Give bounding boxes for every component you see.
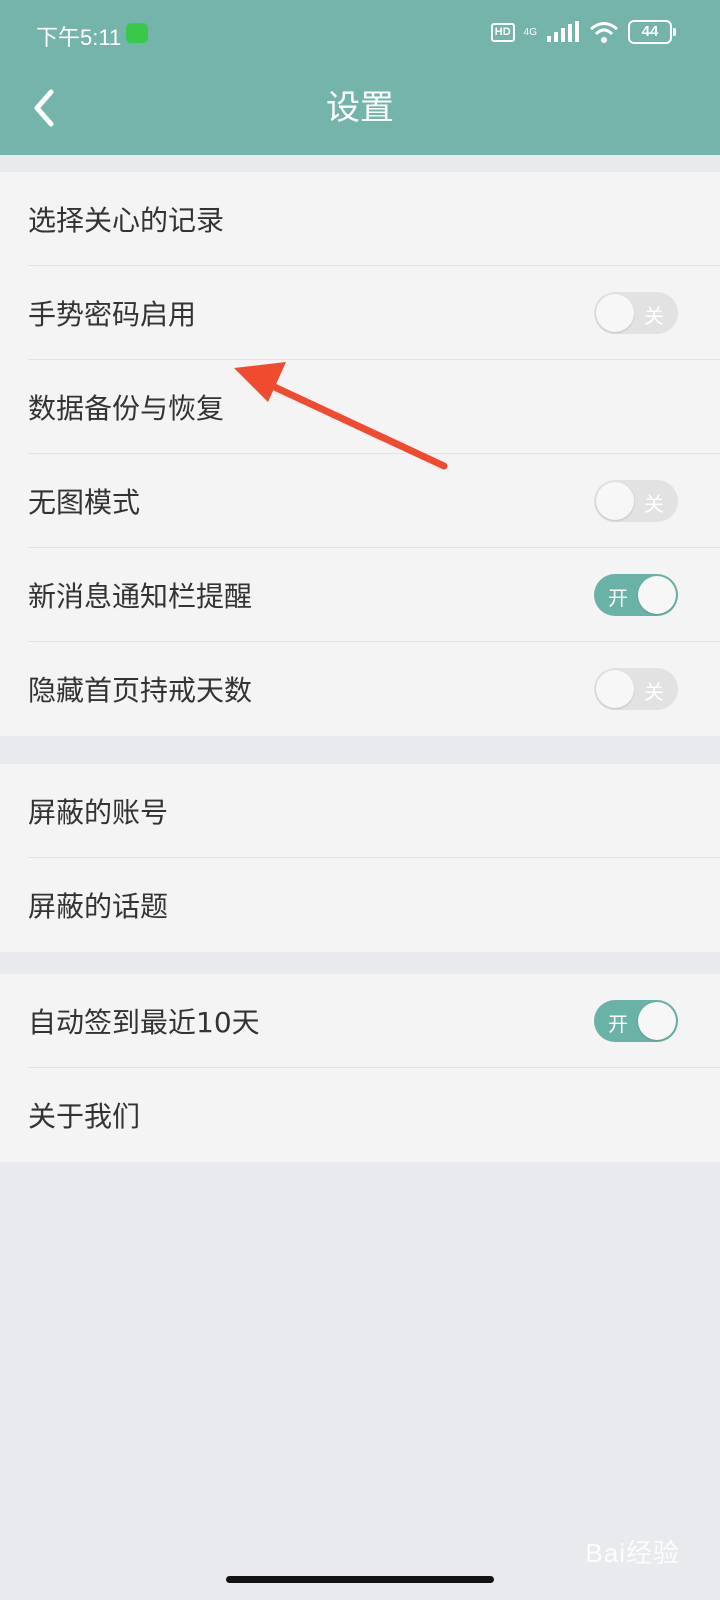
- toggle-state-text: 开: [608, 586, 628, 610]
- toggle-state-text: 关: [644, 680, 664, 704]
- setting-label: 手势密码启用: [28, 298, 197, 331]
- toggle-knob: [596, 670, 634, 708]
- status-time: 下午5:11: [36, 25, 122, 50]
- toggle-knob: [638, 1002, 676, 1040]
- toggle-knob: [596, 482, 634, 520]
- settings-group-general: 选择关心的记录 手势密码启用 关 数据备份与恢复 无图模式 关 新消息通知栏提醒…: [0, 172, 720, 736]
- no-image-mode-toggle[interactable]: 关: [594, 480, 678, 522]
- setting-label: 关于我们: [28, 1100, 141, 1133]
- page-title: 设置: [326, 88, 394, 128]
- setting-row-blocked-topics[interactable]: 屏蔽的话题: [0, 858, 720, 952]
- gesture-password-toggle[interactable]: 关: [594, 292, 678, 334]
- toggle-state-text: 开: [608, 1012, 628, 1036]
- app-header: 下午5:11 HD 4G 44 设置: [0, 0, 720, 155]
- signal-icon: [547, 21, 579, 42]
- setting-row-hide-days: 隐藏首页持戒天数 关: [0, 642, 720, 736]
- setting-row-blocked-accounts[interactable]: 屏蔽的账号: [0, 764, 720, 858]
- settings-group-blocked: 屏蔽的账号 屏蔽的话题: [0, 764, 720, 952]
- battery-level: 44: [628, 20, 672, 44]
- wechat-notification-icon: [126, 23, 148, 43]
- setting-row-about-us[interactable]: 关于我们: [0, 1068, 720, 1162]
- setting-row-no-image-mode: 无图模式 关: [0, 454, 720, 548]
- toggle-state-text: 关: [644, 304, 664, 328]
- setting-label: 无图模式: [28, 486, 141, 519]
- setting-row-gesture-password: 手势密码启用 关: [0, 266, 720, 360]
- settings-group-other: 自动签到最近10天 开 关于我们: [0, 974, 720, 1162]
- setting-label: 屏蔽的话题: [28, 890, 169, 923]
- toggle-knob: [596, 294, 634, 332]
- setting-row-care-records[interactable]: 选择关心的记录: [0, 172, 720, 266]
- setting-label: 选择关心的记录: [28, 204, 225, 237]
- setting-label: 隐藏首页持戒天数: [28, 674, 253, 707]
- hd-icon: HD: [490, 22, 515, 42]
- battery-icon: 44: [628, 20, 676, 44]
- wifi-icon: [590, 22, 618, 43]
- setting-label: 数据备份与恢复: [28, 392, 225, 425]
- setting-label: 新消息通知栏提醒: [28, 580, 253, 613]
- status-indicators: HD 4G 44: [490, 20, 676, 44]
- home-indicator[interactable]: [226, 1576, 494, 1583]
- hide-days-toggle[interactable]: 关: [594, 668, 678, 710]
- setting-label: 屏蔽的账号: [28, 796, 169, 829]
- nav-bar: 设置: [0, 70, 720, 146]
- auto-checkin-toggle[interactable]: 开: [594, 1000, 678, 1042]
- baidu-watermark: Bai经验: [585, 1538, 680, 1568]
- network-type-label: 4G: [523, 26, 537, 38]
- notification-reminder-toggle[interactable]: 开: [594, 574, 678, 616]
- setting-row-notification-reminder: 新消息通知栏提醒 开: [0, 548, 720, 642]
- status-bar: 下午5:11 HD 4G 44: [0, 0, 720, 68]
- setting-row-auto-checkin: 自动签到最近10天 开: [0, 974, 720, 1068]
- toggle-state-text: 关: [644, 492, 664, 516]
- toggle-knob: [638, 576, 676, 614]
- setting-row-backup-restore[interactable]: 数据备份与恢复: [0, 360, 720, 454]
- setting-label: 自动签到最近10天: [28, 1006, 260, 1039]
